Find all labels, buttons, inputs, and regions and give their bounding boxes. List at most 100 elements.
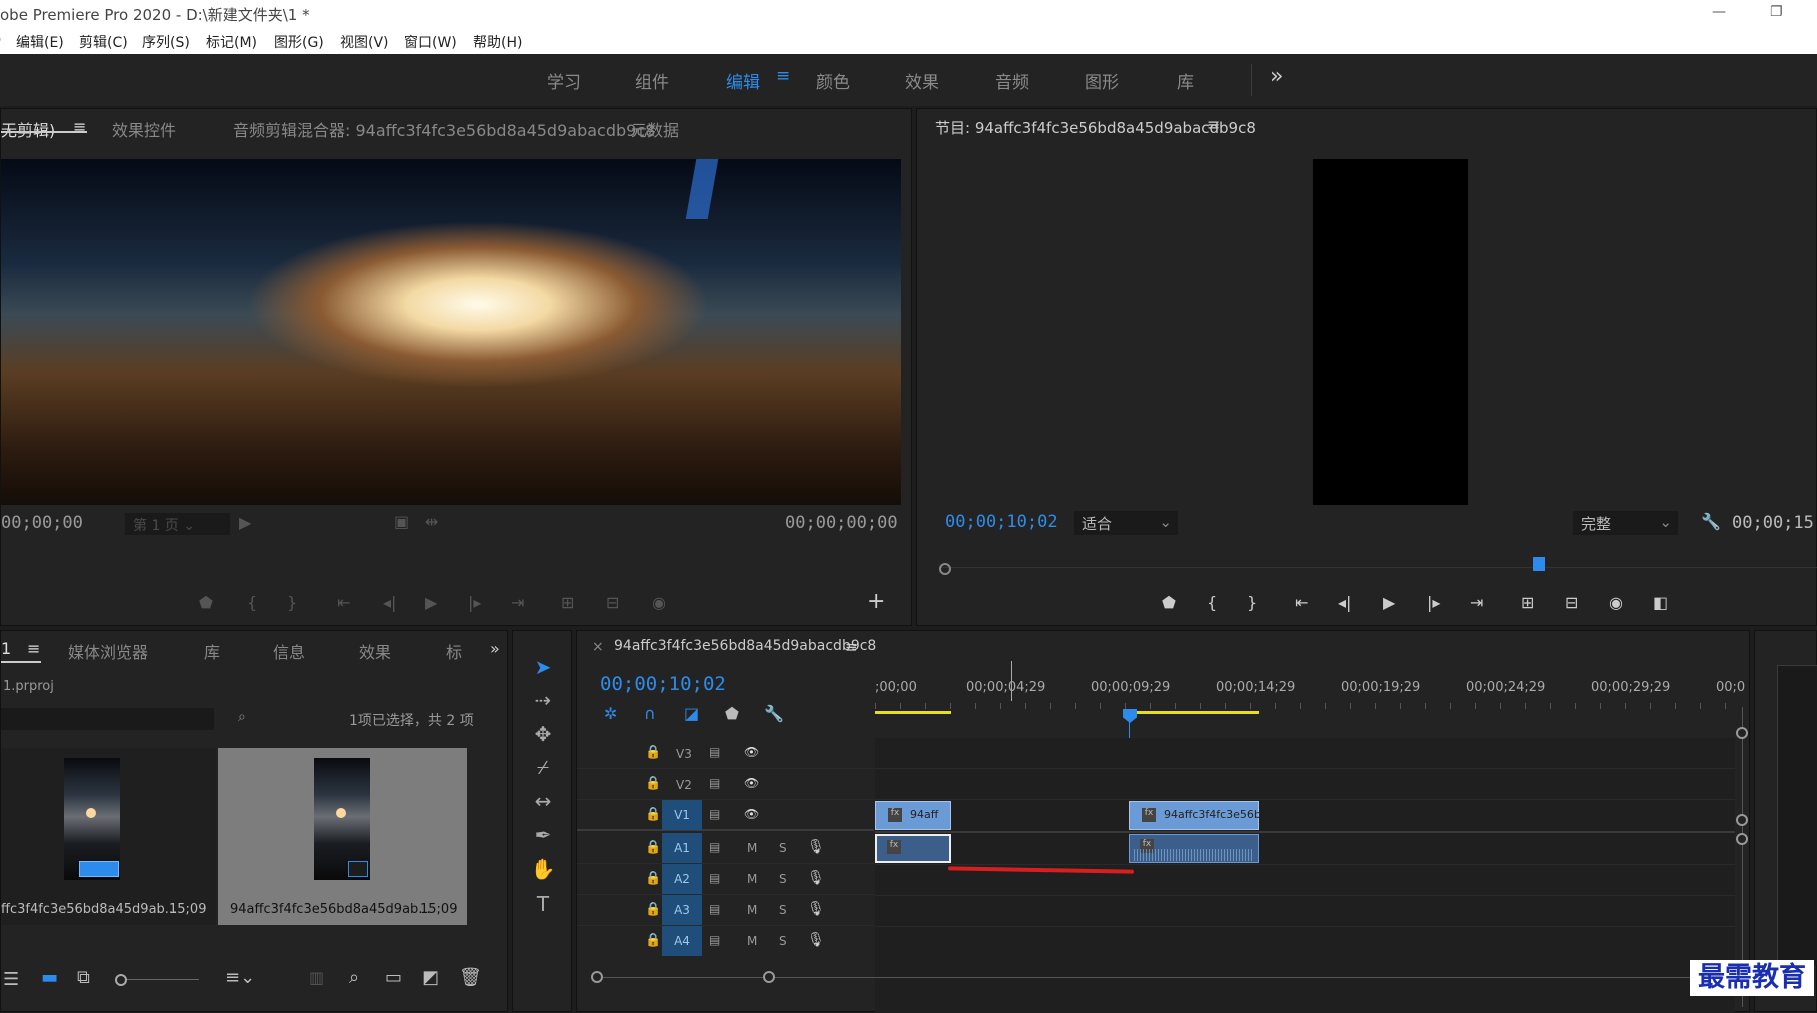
workspace-learn[interactable]: 学习 — [547, 68, 581, 93]
mark-in-icon[interactable]: { — [1207, 593, 1217, 612]
workspace-menu-icon[interactable]: ≡ — [776, 66, 790, 86]
tab-libraries[interactable]: 库 — [204, 639, 220, 663]
track-area[interactable]: fx 94aff fx 94affc3f4fc3e56b fx fx — [875, 738, 1735, 1013]
program-playhead[interactable] — [1533, 557, 1545, 571]
menu-item-sequence[interactable]: 序列(S) — [142, 32, 190, 52]
mute-button[interactable]: M — [747, 872, 757, 886]
search-input[interactable] — [1, 708, 214, 730]
export-frame-icon[interactable]: ◉ — [1609, 593, 1623, 612]
slip-tool-icon[interactable]: ↔ — [526, 789, 560, 813]
lock-icon[interactable]: 🔒 — [645, 933, 661, 948]
close-sequence-icon[interactable]: × — [592, 639, 604, 655]
lift-icon[interactable]: ⊞ — [1521, 593, 1534, 612]
type-tool-icon[interactable]: T — [526, 892, 560, 916]
eye-icon[interactable]: 👁 — [744, 776, 759, 790]
track-target-a1[interactable]: A1 — [662, 833, 702, 863]
tab-effects[interactable]: 效果 — [359, 639, 391, 663]
add-button-icon[interactable]: + — [867, 589, 885, 614]
tab-info[interactable]: 信息 — [273, 639, 305, 663]
razor-tool-icon[interactable]: ⌿ — [526, 755, 560, 779]
selection-tool-icon[interactable]: ➤ — [526, 655, 560, 679]
sync-lock-icon[interactable]: ▤ — [709, 902, 720, 916]
track-target-a3[interactable]: A3 — [662, 895, 702, 925]
tabs-overflow-icon[interactable]: » — [490, 639, 500, 658]
sync-lock-icon[interactable]: ▤ — [709, 933, 720, 947]
menu-item-clip[interactable]: 剪辑(C) — [79, 32, 128, 52]
workspace-assembly[interactable]: 组件 — [635, 68, 669, 93]
play-icon[interactable]: ▶ — [425, 593, 437, 612]
playhead-handle[interactable] — [1123, 709, 1137, 723]
program-timecode[interactable]: 00;00;10;02 — [945, 512, 1058, 532]
timeline-settings-icon[interactable]: 🔧 — [764, 704, 784, 723]
mark-in-icon[interactable]: { — [247, 593, 257, 612]
safe-margins-icon[interactable]: ▣ — [394, 512, 409, 531]
restore-button[interactable]: ❐ — [1770, 4, 1783, 20]
export-frame-icon[interactable]: ◉ — [652, 593, 666, 612]
scroll-handle[interactable] — [591, 971, 603, 983]
menu-item-edit[interactable]: 编辑(E) — [16, 32, 64, 52]
nest-icon[interactable]: ✲ — [604, 704, 617, 723]
menu-item-marker[interactable]: 标记(M) — [206, 32, 257, 52]
program-scrubber[interactable] — [939, 557, 1817, 577]
tab-project-menu-icon[interactable]: ≡ — [27, 639, 40, 658]
page-select[interactable]: 第 1 页 ⌄ — [125, 513, 230, 535]
tab-source[interactable]: 无剪辑) — [1, 117, 55, 141]
quality-select[interactable]: 完整 ⌄ — [1573, 511, 1678, 535]
sequence-menu-icon[interactable]: ≡ — [845, 638, 858, 656]
zoom-slider[interactable] — [127, 979, 199, 980]
scroll-handle[interactable] — [1736, 727, 1748, 739]
mute-button[interactable]: M — [747, 934, 757, 948]
menu-item-view[interactable]: 视图(V) — [340, 32, 389, 52]
drag-video-icon[interactable]: ⇹ — [425, 512, 438, 531]
mark-out-icon[interactable]: } — [287, 593, 297, 612]
microphone-icon[interactable]: 🎙 — [807, 932, 825, 948]
go-to-in-icon[interactable]: ⇤ — [337, 593, 350, 612]
scroll-handle[interactable] — [1736, 833, 1748, 845]
hand-tool-icon[interactable]: ✋ — [526, 857, 560, 881]
lock-icon[interactable]: 🔒 — [645, 807, 661, 822]
lock-icon[interactable]: 🔒 — [645, 902, 661, 917]
icon-view-icon[interactable]: ▬ — [41, 967, 58, 988]
solo-button[interactable]: S — [779, 934, 787, 948]
tab-markers[interactable]: 标 — [446, 639, 462, 663]
track-target-v1[interactable]: V1 — [662, 800, 702, 830]
add-marker-icon[interactable]: ⬟ — [1162, 593, 1176, 612]
extract-icon[interactable]: ⊟ — [1565, 593, 1578, 612]
scroll-handle[interactable] — [763, 971, 775, 983]
fit-select[interactable]: 适合 ⌄ — [1074, 511, 1178, 535]
step-forward-icon[interactable]: |▸ — [468, 593, 481, 612]
automate-sequence-icon[interactable]: ▥ — [309, 968, 324, 987]
step-forward-icon[interactable]: |▸ — [1427, 593, 1440, 612]
tab-source-menu-icon[interactable]: ≡ — [73, 117, 86, 136]
minimize-button[interactable]: — — [1712, 4, 1726, 20]
lock-icon[interactable]: 🔒 — [645, 776, 661, 791]
tab-media-browser[interactable]: 媒体浏览器 — [68, 639, 148, 663]
menu-item-file-fragment[interactable]: ) — [0, 32, 1, 48]
track-select-tool-icon[interactable]: ⇢ — [526, 688, 560, 712]
track-target-a4[interactable]: A4 — [662, 926, 702, 956]
lock-icon[interactable]: 🔒 — [645, 840, 661, 855]
solo-button[interactable]: S — [779, 872, 787, 886]
tab-effect-controls[interactable]: 效果控件 — [112, 117, 176, 141]
go-to-out-icon[interactable]: ⇥ — [1470, 593, 1483, 612]
workspace-effects[interactable]: 效果 — [905, 68, 939, 93]
wrench-icon[interactable]: 🔧 — [1701, 512, 1721, 531]
microphone-icon[interactable]: 🎙 — [807, 901, 825, 917]
solo-button[interactable]: S — [779, 841, 787, 855]
menu-item-help[interactable]: 帮助(H) — [473, 32, 522, 52]
video-clip[interactable]: fx 94aff — [875, 801, 951, 830]
sync-lock-icon[interactable]: ▤ — [709, 776, 720, 790]
new-bin-icon[interactable]: ▭ — [385, 967, 402, 988]
eye-icon[interactable]: 👁 — [744, 807, 759, 821]
search-icon[interactable]: ⌕ — [349, 967, 359, 988]
step-back-icon[interactable]: ◂| — [1338, 593, 1351, 612]
new-item-icon[interactable]: ◩ — [422, 967, 439, 988]
linked-selection-icon[interactable]: ◪ — [684, 704, 699, 723]
zoom-handle[interactable] — [939, 563, 951, 575]
mute-button[interactable]: M — [747, 903, 757, 917]
insert-icon[interactable]: ⊞ — [561, 593, 574, 612]
sync-lock-icon[interactable]: ▤ — [709, 807, 720, 821]
audio-clip[interactable]: fx — [1129, 834, 1259, 863]
workspace-libraries[interactable]: 库 — [1177, 68, 1194, 93]
add-marker-icon[interactable]: ⬟ — [725, 704, 739, 723]
